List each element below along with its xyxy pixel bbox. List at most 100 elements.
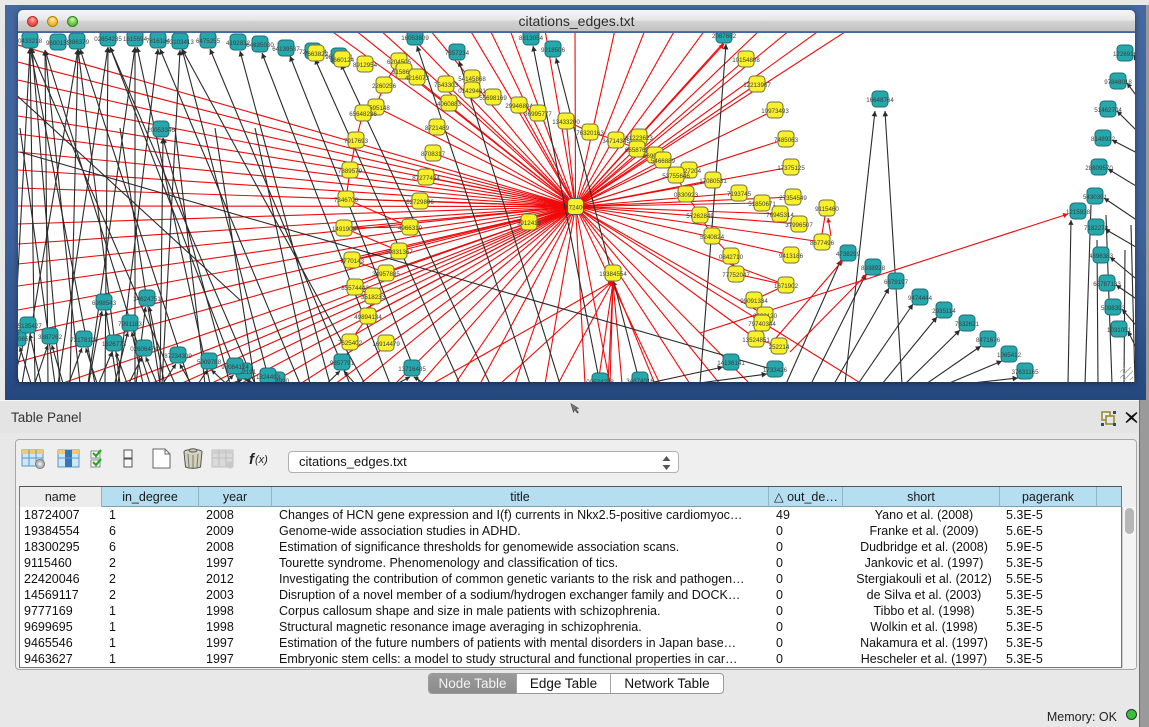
svg-text:8386379: 8386379 bbox=[65, 39, 90, 46]
svg-text:1031051: 1031051 bbox=[1107, 327, 1132, 334]
svg-text:16648764: 16648764 bbox=[866, 97, 894, 104]
svg-text:5430391: 5430391 bbox=[1083, 194, 1108, 201]
svg-text:1615594: 1615594 bbox=[123, 36, 148, 43]
svg-text:7632621: 7632621 bbox=[955, 321, 980, 328]
svg-text:10154808: 10154808 bbox=[732, 57, 760, 64]
svg-text:87277434: 87277434 bbox=[412, 175, 440, 182]
svg-text:1226916: 1226916 bbox=[1113, 51, 1135, 58]
svg-text:7770143: 7770143 bbox=[340, 258, 365, 265]
svg-text:65787133: 65787133 bbox=[1093, 281, 1121, 288]
svg-text:6998543: 6998543 bbox=[92, 300, 117, 307]
svg-text:7193745: 7193745 bbox=[727, 191, 752, 198]
svg-text:7357234: 7357234 bbox=[445, 50, 470, 57]
svg-text:37996507: 37996507 bbox=[785, 222, 813, 229]
svg-text:9857791: 9857791 bbox=[330, 360, 355, 367]
svg-text:6475255: 6475255 bbox=[196, 38, 221, 45]
svg-text:13433200: 13433200 bbox=[552, 119, 580, 126]
svg-text:4966319: 4966319 bbox=[398, 225, 423, 232]
svg-text:6879197: 6879197 bbox=[884, 279, 909, 286]
svg-text:17375125: 17375125 bbox=[777, 165, 805, 172]
svg-text:9474444: 9474444 bbox=[908, 295, 933, 302]
svg-text:37631165: 37631165 bbox=[1011, 369, 1039, 376]
svg-text:99091334: 99091334 bbox=[740, 298, 768, 305]
svg-text:57262849: 57262849 bbox=[686, 213, 714, 220]
svg-text:7182278: 7182278 bbox=[1084, 225, 1109, 232]
svg-text:9912419: 9912419 bbox=[517, 220, 542, 227]
svg-text:93103413: 93103413 bbox=[166, 39, 194, 46]
svg-text:2935114: 2935114 bbox=[932, 308, 956, 315]
svg-text:76945314: 76945314 bbox=[766, 212, 794, 219]
svg-text:1733426: 1733426 bbox=[763, 367, 788, 374]
svg-text:51462704: 51462704 bbox=[1094, 107, 1122, 114]
svg-text:19384554: 19384554 bbox=[599, 271, 627, 278]
svg-text:2260256: 2260256 bbox=[372, 83, 397, 90]
svg-text:7917693: 7917693 bbox=[344, 138, 369, 145]
svg-text:98084124: 98084124 bbox=[221, 364, 249, 371]
svg-text:01429401: 01429401 bbox=[458, 88, 486, 95]
svg-text:12213967: 12213967 bbox=[743, 82, 771, 89]
svg-text:7625402: 7625402 bbox=[338, 340, 363, 347]
svg-text:62729806: 62729806 bbox=[406, 199, 434, 206]
svg-text:53755646: 53755646 bbox=[662, 173, 690, 180]
svg-text:17080531: 17080531 bbox=[699, 178, 727, 185]
svg-text:0433218: 0433218 bbox=[18, 38, 43, 45]
svg-text:7663822: 7663822 bbox=[304, 51, 329, 58]
svg-text:64139537: 64139537 bbox=[272, 46, 300, 53]
svg-text:25135427: 25135427 bbox=[18, 323, 42, 330]
svg-text:0842710: 0842710 bbox=[719, 254, 744, 261]
svg-text:67010651: 67010651 bbox=[18, 336, 32, 343]
svg-text:8938928: 8938928 bbox=[861, 265, 886, 272]
svg-text:7991183: 7991183 bbox=[118, 321, 142, 328]
svg-text:3387262: 3387262 bbox=[38, 334, 63, 341]
svg-text:9218506: 9218506 bbox=[541, 47, 566, 54]
svg-text:8721489: 8721489 bbox=[425, 125, 450, 132]
svg-text:4216073: 4216073 bbox=[405, 75, 430, 82]
svg-text:76320163: 76320163 bbox=[576, 130, 604, 137]
svg-text:9413186: 9413186 bbox=[779, 253, 804, 260]
svg-text:1065412: 1065412 bbox=[997, 352, 1022, 359]
svg-text:8677496: 8677496 bbox=[810, 240, 835, 247]
svg-text:49894134: 49894134 bbox=[354, 314, 382, 321]
svg-text:8148932: 8148932 bbox=[1091, 136, 1116, 143]
svg-text:1671902: 1671902 bbox=[774, 283, 799, 290]
svg-text:9115460: 9115460 bbox=[815, 206, 839, 213]
svg-text:252214: 252214 bbox=[769, 344, 790, 351]
svg-text:16914479: 16914479 bbox=[372, 341, 400, 348]
svg-text:5009788: 5009788 bbox=[197, 359, 222, 366]
svg-text:5240824: 5240824 bbox=[700, 234, 725, 241]
svg-text:16053809: 16053809 bbox=[401, 35, 429, 42]
svg-text:4896383: 4896383 bbox=[1089, 253, 1114, 260]
svg-text:0330923: 0330923 bbox=[674, 192, 699, 199]
svg-text:7889579: 7889579 bbox=[338, 168, 363, 175]
svg-text:3518233: 3518233 bbox=[361, 294, 386, 301]
svg-text:5098393: 5098393 bbox=[1101, 305, 1126, 312]
svg-text:18724007: 18724007 bbox=[562, 205, 590, 212]
svg-text:14136141: 14136141 bbox=[717, 360, 745, 367]
svg-text:51850671: 51850671 bbox=[748, 201, 776, 208]
svg-text:8912954: 8912954 bbox=[353, 62, 378, 69]
svg-text:7485063: 7485063 bbox=[774, 137, 799, 144]
svg-text:28809570: 28809570 bbox=[1085, 165, 1113, 172]
svg-text:7543303: 7543303 bbox=[434, 82, 459, 89]
svg-text:10973493: 10973493 bbox=[761, 108, 789, 115]
svg-text:4738299: 4738299 bbox=[836, 251, 861, 258]
svg-text:1215938: 1215938 bbox=[1066, 209, 1091, 216]
svg-text:8471676: 8471676 bbox=[976, 337, 1001, 344]
svg-text:20053346: 20053346 bbox=[147, 127, 175, 134]
svg-text:(x): (x) bbox=[255, 454, 268, 466]
svg-text:13524851: 13524851 bbox=[742, 337, 770, 344]
svg-text:65648236: 65648236 bbox=[349, 111, 377, 118]
svg-text:7346706: 7346706 bbox=[334, 197, 359, 204]
svg-text:4060883: 4060883 bbox=[437, 101, 462, 108]
svg-text:29946804: 29946804 bbox=[505, 103, 533, 110]
svg-text:77752047: 77752047 bbox=[722, 272, 750, 279]
svg-text:64835030: 64835030 bbox=[246, 42, 274, 49]
svg-text:8708317: 8708317 bbox=[421, 151, 446, 158]
svg-text:1491905: 1491905 bbox=[332, 226, 357, 233]
svg-text:34624751: 34624751 bbox=[133, 296, 161, 303]
svg-text:00524278: 00524278 bbox=[586, 379, 614, 382]
svg-text:8660124: 8660124 bbox=[330, 57, 355, 64]
svg-text:97848018: 97848018 bbox=[1104, 79, 1132, 86]
svg-text:55698169: 55698169 bbox=[479, 95, 507, 102]
svg-text:80831367: 80831367 bbox=[385, 249, 413, 256]
